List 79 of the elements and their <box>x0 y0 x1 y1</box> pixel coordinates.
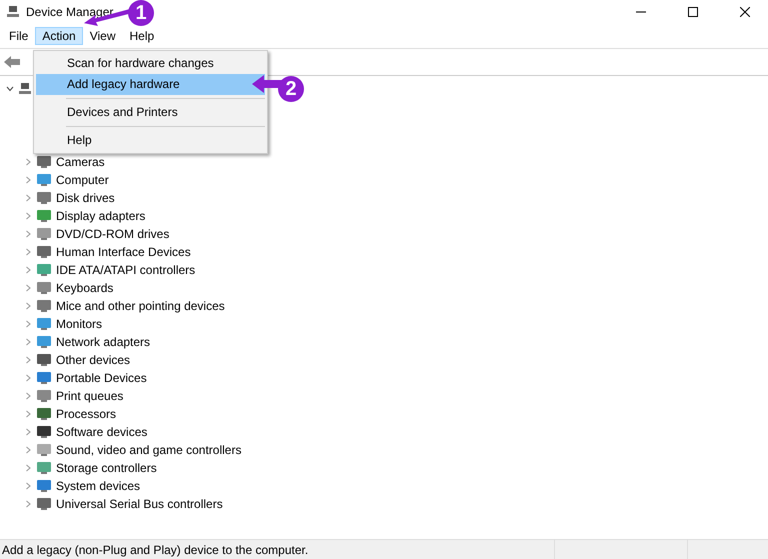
tree-item[interactable]: Computer <box>56 173 109 187</box>
tree-item[interactable]: Universal Serial Bus controllers <box>56 497 223 511</box>
device-icon <box>36 281 52 295</box>
menu-item[interactable]: File <box>2 27 36 45</box>
device-icon <box>36 407 52 421</box>
device-icon <box>36 479 52 493</box>
tree-item[interactable]: IDE ATA/ATAPI controllers <box>56 263 196 277</box>
device-icon <box>36 335 52 349</box>
tree-item[interactable]: Software devices <box>56 425 148 439</box>
expand-icon[interactable] <box>24 464 32 472</box>
device-icon <box>36 389 52 403</box>
tree-item[interactable]: Mice and other pointing devices <box>56 299 225 313</box>
device-icon <box>36 461 52 475</box>
device-icon <box>36 353 52 367</box>
expand-icon[interactable] <box>24 500 32 508</box>
device-icon <box>36 227 52 241</box>
device-icon <box>36 317 52 331</box>
expand-icon[interactable] <box>24 338 32 346</box>
computer-icon <box>18 82 32 96</box>
device-icon <box>36 155 52 169</box>
tree-item[interactable]: Print queues <box>56 389 124 403</box>
device-icon <box>36 371 52 385</box>
tree-item[interactable]: Other devices <box>56 353 130 367</box>
minimize-icon[interactable] <box>636 11 646 13</box>
maximize-icon[interactable] <box>688 7 698 17</box>
tree-item[interactable]: Disk drives <box>56 191 115 205</box>
status-text: Add a legacy (non-Plug and Play) device to the computer. <box>0 540 555 559</box>
expand-icon[interactable] <box>24 374 32 382</box>
tree-item[interactable]: Network adapters <box>56 335 150 349</box>
expand-icon[interactable] <box>24 320 32 328</box>
expand-icon[interactable] <box>24 446 32 454</box>
tree-item[interactable]: Monitors <box>56 317 102 331</box>
tree-item[interactable]: Portable Devices <box>56 371 147 385</box>
pointer-arrow <box>252 74 282 94</box>
device-icon <box>36 263 52 277</box>
menu-entry[interactable]: Help <box>36 130 265 151</box>
expand-icon[interactable] <box>24 284 32 292</box>
expand-icon[interactable] <box>24 392 32 400</box>
step-number: 1 <box>128 0 154 26</box>
tree-item[interactable]: System devices <box>56 479 140 493</box>
device-icon <box>36 443 52 457</box>
tree-item[interactable]: Display adapters <box>56 209 146 223</box>
device-icon <box>36 245 52 259</box>
device-icon <box>36 191 52 205</box>
expand-icon[interactable] <box>24 356 32 364</box>
menu-entry[interactable]: Devices and Printers <box>36 102 265 123</box>
expand-icon[interactable] <box>24 428 32 436</box>
tree-item[interactable]: Processors <box>56 407 116 421</box>
expand-icon[interactable] <box>24 158 32 166</box>
close-icon[interactable] <box>740 7 750 17</box>
menu-item[interactable]: Help <box>122 27 162 45</box>
expand-icon[interactable] <box>24 176 32 184</box>
device-icon <box>36 299 52 313</box>
computer-icon <box>6 5 20 19</box>
tree-item[interactable]: Human Interface Devices <box>56 245 191 259</box>
tree-item[interactable]: Storage controllers <box>56 461 157 475</box>
tree-item[interactable]: Cameras <box>56 155 105 169</box>
device-icon <box>36 425 52 439</box>
menu-entry[interactable]: Add legacy hardware <box>36 74 265 95</box>
expand-icon[interactable] <box>24 302 32 310</box>
expand-icon[interactable] <box>24 266 32 274</box>
expand-icon[interactable] <box>24 482 32 490</box>
device-icon <box>36 497 52 511</box>
menu-item[interactable]: View <box>82 27 122 45</box>
expand-icon[interactable] <box>24 248 32 256</box>
expand-icon[interactable] <box>24 212 32 220</box>
expand-icon[interactable] <box>24 230 32 238</box>
step-number: 2 <box>278 76 304 102</box>
tree-item[interactable]: Sound, video and game controllers <box>56 443 242 457</box>
expand-icon[interactable] <box>24 194 32 202</box>
device-icon <box>36 173 52 187</box>
menu-entry[interactable]: Scan for hardware changes <box>36 53 265 74</box>
device-icon <box>36 209 52 223</box>
tree-item[interactable]: DVD/CD-ROM drives <box>56 227 170 241</box>
collapse-icon[interactable] <box>6 85 14 93</box>
back-icon[interactable] <box>4 56 20 68</box>
tree-item[interactable]: Keyboards <box>56 281 114 295</box>
expand-icon[interactable] <box>24 410 32 418</box>
menu-item[interactable]: Action <box>35 27 83 45</box>
